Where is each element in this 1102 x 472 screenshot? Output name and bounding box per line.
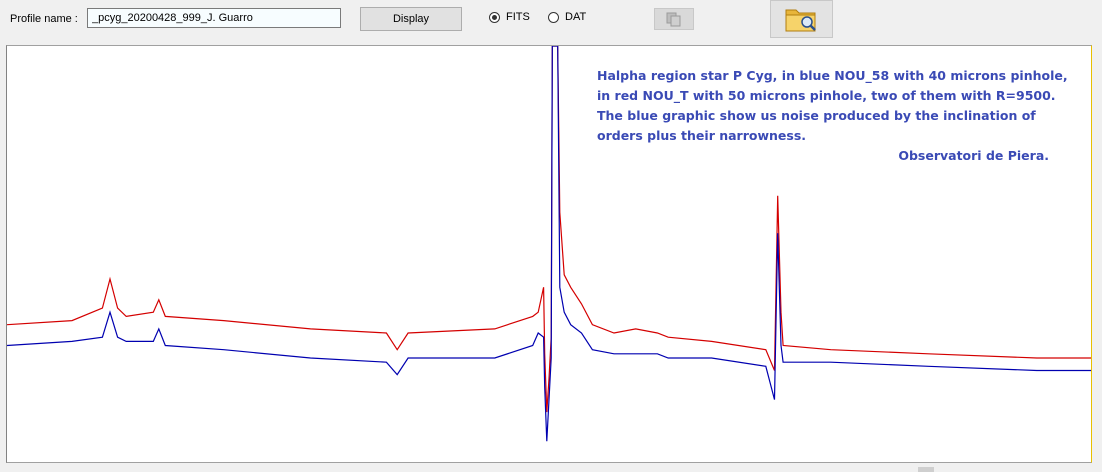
annotation-line: The blue graphic show us noise produced …: [597, 108, 1036, 123]
fits-radio[interactable]: FITS: [489, 11, 530, 23]
spectrum-plot: Halpha region star P Cyg, in blue NOU_58…: [6, 45, 1092, 463]
open-file-button[interactable]: [770, 0, 833, 38]
dat-radio-label: DAT: [565, 11, 587, 23]
annotation-text: Halpha region star P Cyg, in blue NOU_58…: [597, 66, 1068, 166]
dat-radio-indicator[interactable]: [548, 11, 559, 23]
profile-name-label: Profile name :: [10, 13, 78, 25]
annotation-line: Halpha region star P Cyg, in blue NOU_58…: [597, 68, 1068, 83]
copy-icon: [666, 12, 681, 27]
profile-name-input[interactable]: [87, 8, 341, 28]
fits-radio-indicator[interactable]: [489, 11, 500, 23]
fits-radio-label: FITS: [506, 11, 530, 23]
dat-radio[interactable]: DAT: [548, 11, 586, 23]
display-button[interactable]: Display: [360, 7, 462, 31]
folder-search-icon: [785, 9, 816, 32]
annotation-signature: Observatori de Piera.: [898, 148, 1049, 163]
annotation-line: orders plus their narrowness.: [597, 128, 807, 143]
annotation-line: in red NOU_T with 50 microns pinhole, tw…: [597, 88, 1056, 103]
scrollbar-thumb[interactable]: [918, 467, 934, 472]
copy-button[interactable]: [654, 8, 694, 30]
